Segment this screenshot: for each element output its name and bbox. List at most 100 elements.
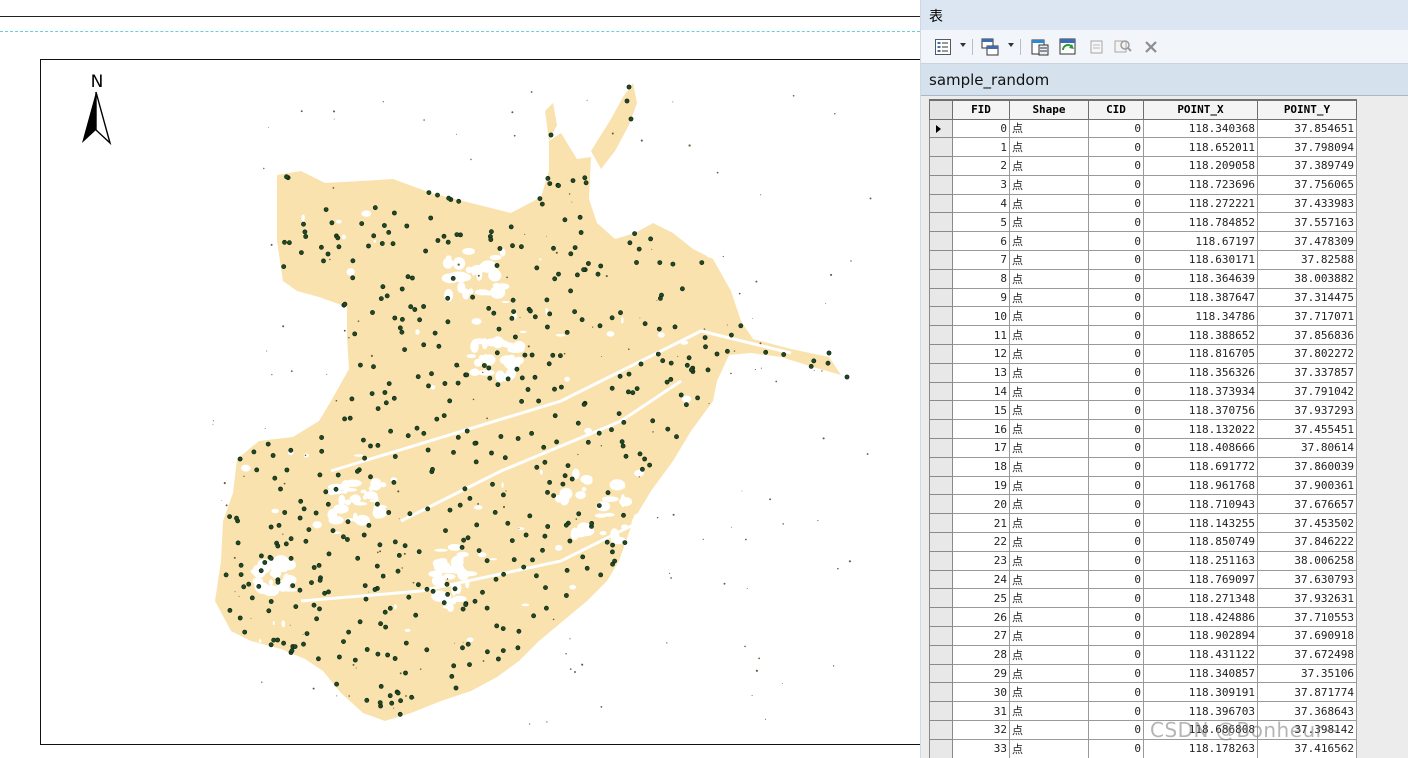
cell-fid[interactable]: 17	[952, 438, 1010, 458]
related-tables-button[interactable]	[980, 37, 1000, 57]
row-selector[interactable]	[929, 212, 953, 233]
cell-fid[interactable]: 8	[952, 268, 1010, 289]
cell-fid[interactable]: 23	[952, 550, 1010, 571]
cell-cid[interactable]: 0	[1088, 306, 1144, 327]
cell-fid[interactable]: 1	[952, 137, 1010, 158]
cell-point-y[interactable]: 37.455451	[1257, 419, 1357, 440]
cell-point-y[interactable]: 37.690918	[1257, 626, 1357, 646]
cell-cid[interactable]: 0	[1088, 738, 1144, 758]
cell-shape[interactable]: 点	[1009, 456, 1089, 477]
attribute-table[interactable]: FID Shape CID POINT_X POINT_Y 0 点 0 118.340368 3…	[929, 99, 1357, 758]
cell-shape[interactable]: 点	[1009, 532, 1089, 552]
select-by-attributes-button[interactable]	[1030, 37, 1050, 57]
cell-fid[interactable]: 24	[952, 569, 1010, 590]
cell-shape[interactable]: 点	[1009, 193, 1089, 214]
cell-point-x[interactable]: 118.630171	[1143, 250, 1258, 270]
row-selector[interactable]	[929, 325, 953, 346]
cell-fid[interactable]: 28	[952, 644, 1010, 665]
cell-cid[interactable]: 0	[1088, 475, 1144, 496]
cell-shape[interactable]: 点	[1009, 682, 1089, 703]
row-selector[interactable]	[929, 438, 953, 458]
cell-cid[interactable]: 0	[1088, 494, 1144, 515]
cell-cid[interactable]: 0	[1088, 682, 1144, 703]
table-row[interactable]: 10 点 0 118.34786 37.717071	[929, 306, 1357, 327]
cell-point-x[interactable]: 118.209058	[1143, 156, 1258, 176]
table-row[interactable]: 2 点 0 118.209058 37.389749	[929, 156, 1357, 176]
table-row[interactable]: 21 点 0 118.143255 37.453502	[929, 513, 1357, 534]
cell-point-x[interactable]: 118.251163	[1143, 550, 1258, 571]
cell-shape[interactable]: 点	[1009, 738, 1089, 758]
table-row[interactable]: 16 点 0 118.132022 37.455451	[929, 419, 1357, 440]
table-row[interactable]: 24 点 0 118.769097 37.630793	[929, 569, 1357, 590]
column-header-point-y[interactable]: POINT_Y	[1257, 99, 1357, 120]
cell-point-x[interactable]: 118.691772	[1143, 456, 1258, 477]
cell-cid[interactable]: 0	[1088, 588, 1144, 609]
cell-point-y[interactable]: 37.846222	[1257, 532, 1357, 552]
cell-point-x[interactable]: 118.902894	[1143, 626, 1258, 646]
cell-shape[interactable]: 点	[1009, 475, 1089, 496]
row-selector[interactable]	[929, 250, 953, 270]
table-row[interactable]: 25 点 0 118.271348 37.932631	[929, 588, 1357, 609]
cell-point-y[interactable]: 37.478309	[1257, 231, 1357, 252]
cell-point-x[interactable]: 118.340857	[1143, 663, 1258, 684]
row-selector[interactable]	[929, 231, 953, 252]
map-canvas[interactable]	[41, 60, 920, 745]
row-selector[interactable]	[929, 607, 953, 628]
table-tab-bar[interactable]: sample_random	[921, 64, 1408, 96]
cell-point-y[interactable]: 37.856836	[1257, 325, 1357, 346]
cell-shape[interactable]: 点	[1009, 212, 1089, 233]
table-row[interactable]: 8 点 0 118.364639 38.003882	[929, 268, 1357, 289]
cell-point-x[interactable]: 118.424886	[1143, 607, 1258, 628]
table-row[interactable]: 33 点 0 118.178263 37.416562	[929, 738, 1357, 758]
row-selector[interactable]	[929, 532, 953, 552]
cell-point-x[interactable]: 118.309191	[1143, 682, 1258, 703]
cell-cid[interactable]: 0	[1088, 701, 1144, 721]
zoom-to-selected-button[interactable]	[1113, 37, 1133, 57]
cell-cid[interactable]: 0	[1088, 569, 1144, 590]
cell-shape[interactable]: 点	[1009, 306, 1089, 327]
table-row[interactable]: 22 点 0 118.850749 37.846222	[929, 532, 1357, 552]
row-selector[interactable]	[929, 268, 953, 289]
row-selector[interactable]	[929, 513, 953, 534]
cell-point-x[interactable]: 118.340368	[1143, 118, 1258, 139]
related-tables-dropdown[interactable]	[1008, 43, 1014, 47]
cell-cid[interactable]: 0	[1088, 362, 1144, 383]
cell-point-x[interactable]: 118.178263	[1143, 738, 1258, 758]
table-options-dropdown[interactable]	[960, 43, 966, 47]
table-row[interactable]: 15 点 0 118.370756 37.937293	[929, 400, 1357, 421]
cell-cid[interactable]: 0	[1088, 212, 1144, 233]
table-row[interactable]: 23 点 0 118.251163 38.006258	[929, 550, 1357, 571]
cell-fid[interactable]: 29	[952, 663, 1010, 684]
row-selector[interactable]	[929, 550, 953, 571]
cell-fid[interactable]: 27	[952, 626, 1010, 646]
cell-point-y[interactable]: 37.937293	[1257, 400, 1357, 421]
table-row[interactable]: 9 点 0 118.387647 37.314475	[929, 287, 1357, 308]
table-row[interactable]: 20 点 0 118.710943 37.676657	[929, 494, 1357, 515]
table-row[interactable]: 32 点 0 118.686808 37.398142	[929, 720, 1357, 740]
cell-point-x[interactable]: 118.723696	[1143, 174, 1258, 195]
cell-point-y[interactable]: 37.672498	[1257, 644, 1357, 665]
cell-point-x[interactable]: 118.34786	[1143, 306, 1258, 327]
table-row[interactable]: 19 点 0 118.961768 37.900361	[929, 475, 1357, 496]
row-selector[interactable]	[929, 644, 953, 665]
cell-fid[interactable]: 11	[952, 325, 1010, 346]
row-selector[interactable]	[929, 362, 953, 383]
cell-point-y[interactable]: 37.337857	[1257, 362, 1357, 383]
cell-fid[interactable]: 22	[952, 532, 1010, 552]
row-selector[interactable]	[929, 720, 953, 740]
cell-fid[interactable]: 31	[952, 701, 1010, 721]
row-selector[interactable]	[929, 174, 953, 195]
cell-fid[interactable]: 19	[952, 475, 1010, 496]
cell-fid[interactable]: 6	[952, 231, 1010, 252]
cell-shape[interactable]: 点	[1009, 569, 1089, 590]
cell-shape[interactable]: 点	[1009, 626, 1089, 646]
column-header-cid[interactable]: CID	[1088, 99, 1144, 120]
row-selector[interactable]	[929, 456, 953, 477]
cell-point-x[interactable]: 118.272221	[1143, 193, 1258, 214]
row-selector[interactable]	[929, 193, 953, 214]
cell-point-x[interactable]: 118.431122	[1143, 644, 1258, 665]
table-row[interactable]: 30 点 0 118.309191 37.871774	[929, 682, 1357, 703]
table-row[interactable]: 6 点 0 118.67197 37.478309	[929, 231, 1357, 252]
cell-shape[interactable]: 点	[1009, 268, 1089, 289]
cell-cid[interactable]: 0	[1088, 644, 1144, 665]
